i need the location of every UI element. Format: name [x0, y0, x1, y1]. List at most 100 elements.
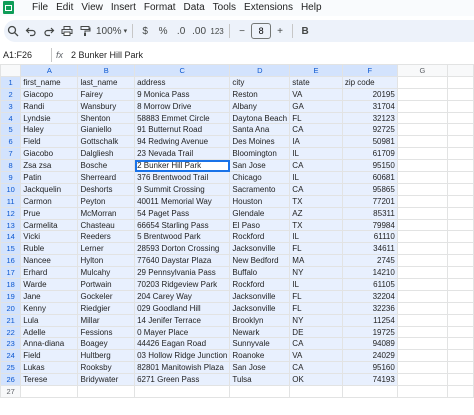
cell-B14[interactable]: Reeders	[77, 230, 136, 244]
cell-X13[interactable]	[447, 218, 474, 232]
cell-E26[interactable]: OK	[289, 373, 343, 387]
formula-input[interactable]: 2 Bunker Hill Park	[68, 50, 143, 60]
cell-G10[interactable]	[396, 182, 449, 196]
cell-G8[interactable]	[396, 159, 449, 173]
cell-B23[interactable]: Boagey	[77, 337, 136, 351]
row-header[interactable]: 13	[0, 218, 22, 232]
cell-G17[interactable]	[396, 266, 449, 280]
row-header[interactable]: 18	[0, 278, 22, 291]
cell-D17[interactable]: Buffalo	[229, 266, 291, 280]
select-all-corner[interactable]	[0, 64, 22, 77]
column-header-E[interactable]: E	[289, 64, 343, 77]
cell-C5[interactable]: 91 Butternut Road	[134, 123, 231, 137]
cell-A23[interactable]: Anna-diana	[20, 337, 79, 351]
cell-E24[interactable]: VA	[289, 349, 343, 363]
cell-C6[interactable]: 94 Redwing Avenue	[134, 135, 231, 149]
cell-B19[interactable]: Gockeler	[77, 289, 136, 303]
cell-B13[interactable]: Chasteau	[77, 218, 136, 232]
cell-G27[interactable]	[396, 385, 449, 398]
cell-G18[interactable]	[396, 278, 449, 291]
cell-A27[interactable]	[20, 385, 79, 398]
column-header-A[interactable]: A	[20, 64, 79, 77]
cell-B20[interactable]: Riedgier	[77, 301, 136, 315]
cell-C13[interactable]: 66654 Starling Pass	[134, 218, 231, 232]
cell-G25[interactable]	[396, 361, 449, 375]
cell-X10[interactable]	[447, 182, 474, 196]
cell-F10[interactable]: 95865	[341, 182, 398, 196]
row-header[interactable]: 5	[0, 123, 22, 137]
cell-D11[interactable]: Houston	[229, 194, 291, 208]
cell-A25[interactable]: Lukas	[20, 361, 79, 375]
cell-D6[interactable]: Des Moines	[229, 135, 291, 149]
menu-view[interactable]: View	[77, 2, 107, 13]
row-header[interactable]: 14	[0, 230, 22, 244]
cell-B6[interactable]: Gottschalk	[77, 135, 136, 149]
redo-icon[interactable]	[40, 22, 58, 40]
cell-B16[interactable]: Hylton	[77, 254, 136, 268]
cell-C9[interactable]: 376 Brentwood Trail	[134, 171, 231, 184]
cell-A16[interactable]: Nancee	[20, 254, 79, 268]
cell-F13[interactable]: 79984	[341, 218, 398, 232]
cell-D25[interactable]: San Jose	[229, 361, 291, 375]
cell-A24[interactable]: Field	[20, 349, 79, 363]
cell-A17[interactable]: Erhard	[20, 266, 79, 280]
row-header[interactable]: 4	[0, 111, 22, 125]
search-icon[interactable]	[4, 22, 22, 40]
cell-X22[interactable]	[447, 325, 474, 339]
cell-X17[interactable]	[447, 266, 474, 280]
row-header[interactable]: 26	[0, 373, 22, 387]
cell-E23[interactable]: CA	[289, 337, 343, 351]
cell-D7[interactable]: Bloomington	[229, 147, 291, 161]
cell-F3[interactable]: 31704	[341, 99, 398, 113]
cell-G6[interactable]	[396, 135, 449, 149]
menu-tools[interactable]: Tools	[209, 2, 240, 13]
cell-F4[interactable]: 32123	[341, 111, 398, 125]
cell-E18[interactable]: IL	[289, 278, 343, 291]
cell-X27[interactable]	[447, 385, 474, 398]
cell-B17[interactable]: Mulcahy	[77, 266, 136, 280]
cell-C12[interactable]: 54 Paget Pass	[134, 206, 231, 220]
cell-B11[interactable]: Peyton	[77, 194, 136, 208]
cell-F26[interactable]: 74193	[341, 373, 398, 387]
cell-F24[interactable]: 24029	[341, 349, 398, 363]
cell-B8[interactable]: Bosche	[77, 159, 136, 173]
menu-edit[interactable]: Edit	[52, 2, 77, 13]
cell-G12[interactable]	[396, 206, 449, 220]
cell-X5[interactable]	[447, 123, 474, 137]
cell-F21[interactable]: 11254	[341, 313, 398, 327]
row-header[interactable]: 11	[0, 194, 22, 208]
cell-A13[interactable]: Carmelita	[20, 218, 79, 232]
cell-X9[interactable]	[447, 171, 474, 184]
row-header[interactable]: 12	[0, 206, 22, 220]
cell-B12[interactable]: McMorran	[77, 206, 136, 220]
cell-D20[interactable]: Jacksonville	[229, 301, 291, 315]
name-box[interactable]: A1:F26	[0, 50, 51, 60]
cell-X25[interactable]	[447, 361, 474, 375]
cell-C27[interactable]	[134, 385, 231, 398]
cell-G23[interactable]	[396, 337, 449, 351]
cell-B7[interactable]: Dalgliesh	[77, 147, 136, 161]
increase-decimal-button[interactable]: .00	[190, 22, 208, 40]
menu-data[interactable]: Data	[180, 2, 209, 13]
cell-X21[interactable]	[447, 313, 474, 327]
cell-E12[interactable]: AZ	[289, 206, 343, 220]
cell-E21[interactable]: NY	[289, 313, 343, 327]
column-header-extra[interactable]	[447, 64, 474, 77]
cell-A21[interactable]: Lula	[20, 313, 79, 327]
row-header[interactable]: 15	[0, 242, 22, 256]
cell-X12[interactable]	[447, 206, 474, 220]
increase-font-size-button[interactable]: +	[271, 22, 289, 40]
cell-F20[interactable]: 32236	[341, 301, 398, 315]
cell-B21[interactable]: Millar	[77, 313, 136, 327]
cell-C16[interactable]: 77640 Daystar Plaza	[134, 254, 231, 268]
cell-D21[interactable]: Brooklyn	[229, 313, 291, 327]
cell-G7[interactable]	[396, 147, 449, 161]
cell-D3[interactable]: Albany	[229, 99, 291, 113]
cell-C20[interactable]: 029 Goodland Hill	[134, 301, 231, 315]
cell-D16[interactable]: New Bedford	[229, 254, 291, 268]
cell-A19[interactable]: Jane	[20, 289, 79, 303]
cell-A22[interactable]: Adelle	[20, 325, 79, 339]
row-header[interactable]: 2	[0, 87, 22, 101]
cell-F7[interactable]: 61709	[341, 147, 398, 161]
cell-F23[interactable]: 94089	[341, 337, 398, 351]
